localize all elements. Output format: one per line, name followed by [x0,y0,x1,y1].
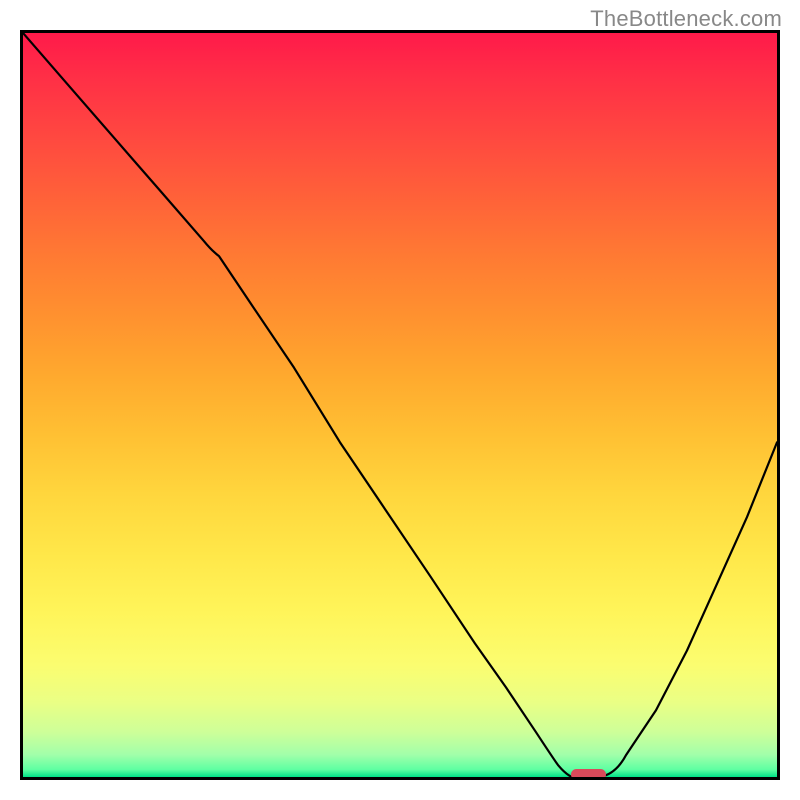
optimal-marker [571,769,606,777]
watermark-text: TheBottleneck.com [590,6,782,32]
bottleneck-curve [23,33,777,777]
chart-svg [23,33,777,777]
plot-area [20,30,780,780]
